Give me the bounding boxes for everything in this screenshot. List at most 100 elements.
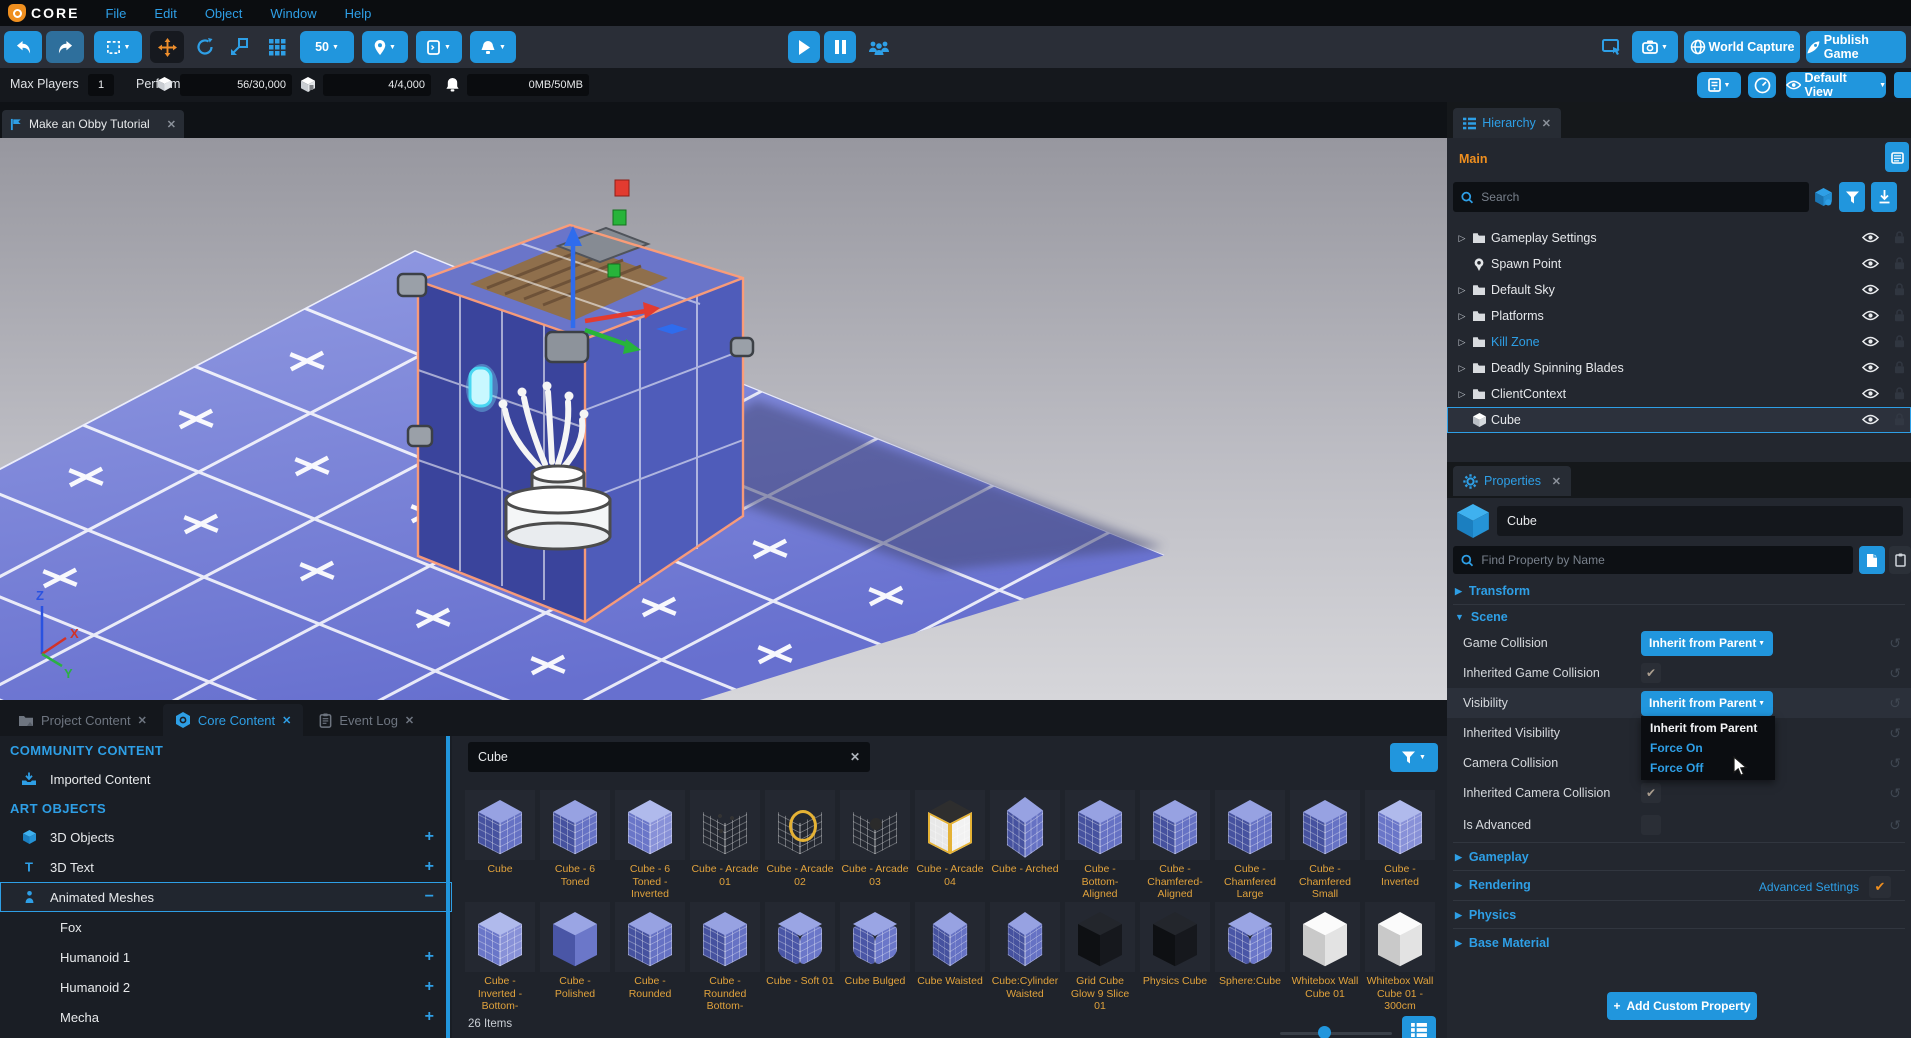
visibility-option-inherit-from-parent[interactable]: Inherit from Parent <box>1641 718 1775 738</box>
lock-icon[interactable] <box>1894 257 1905 270</box>
asset-tile-cube-inverted-bottom-aligned[interactable]: Cube - Inverted - Bottom-Aligned <box>465 902 535 1014</box>
copy-properties-button[interactable] <box>1859 546 1885 574</box>
visibility-eye-icon[interactable] <box>1862 284 1879 295</box>
hierarchy-collapse-all-button[interactable] <box>1871 182 1897 212</box>
visibility-eye-icon[interactable] <box>1862 388 1879 399</box>
section-scene[interactable]: ▼ Scene <box>1455 610 1508 624</box>
reset-icon[interactable]: ↺ <box>1889 817 1901 834</box>
snap-size-dropdown[interactable]: 50 ▼ <box>300 31 354 63</box>
asset-tile-cube-arcade-01[interactable]: Cube - Arcade 01 <box>690 790 760 902</box>
asset-tile-cube-chamfered-small[interactable]: Cube - Chamfered Small <box>1290 790 1360 902</box>
asset-tile-cube-cylinder-waisted[interactable]: Cube:Cylinder Waisted <box>990 902 1060 1014</box>
hierarchy-item-deadly-spinning-blades[interactable]: ▷Deadly Spinning Blades <box>1447 355 1911 381</box>
menu-help[interactable]: Help <box>345 6 372 21</box>
menu-edit[interactable]: Edit <box>154 6 176 21</box>
asset-tile-whitebox-wall-cube-01[interactable]: Whitebox Wall Cube 01 <box>1290 902 1360 1014</box>
inherited-camera-collision-checkbox[interactable]: ✔ <box>1641 783 1661 803</box>
content-filter-button[interactable]: ▼ <box>1390 743 1438 772</box>
asset-tile-cube-rounded-bottom-aligned[interactable]: Cube - Rounded Bottom-Aligned <box>690 902 760 1014</box>
reset-icon[interactable]: ↺ <box>1889 665 1901 682</box>
close-icon[interactable]: ✕ <box>1542 117 1551 130</box>
hierarchy-item-platforms[interactable]: ▷Platforms <box>1447 303 1911 329</box>
section-base-material[interactable]: ▶ Base Material <box>1455 936 1550 950</box>
scene-tab[interactable]: Make an Obby Tutorial ✕ <box>2 110 184 138</box>
reset-icon[interactable]: ↺ <box>1889 785 1901 802</box>
grid-view-button[interactable] <box>1402 1016 1436 1038</box>
play-button[interactable] <box>788 31 820 63</box>
expand-arrow-icon[interactable]: ▷ <box>1455 285 1469 296</box>
visibility-option-force-on[interactable]: Force On <box>1641 738 1775 758</box>
is-advanced-checkbox[interactable] <box>1641 815 1661 835</box>
hierarchy-item-kill-zone[interactable]: ▷Kill Zone <box>1447 329 1911 355</box>
advanced-settings-checkbox[interactable]: ✔ <box>1869 876 1891 898</box>
sidebar-item-mecha[interactable]: Mecha+ <box>0 1002 452 1032</box>
rotate-tool-button[interactable] <box>190 31 220 63</box>
lock-icon[interactable] <box>1894 309 1905 322</box>
performance-gauge-button[interactable] <box>1748 72 1776 98</box>
add-custom-property-button[interactable]: + Add Custom Property <box>1607 992 1757 1020</box>
asset-tile-cube-inverted[interactable]: Cube - Inverted <box>1365 790 1435 902</box>
section-transform[interactable]: ▶ Transform <box>1455 584 1530 598</box>
grid-snap-button[interactable] <box>262 31 292 63</box>
scale-tool-button[interactable] <box>224 31 254 63</box>
lock-icon[interactable] <box>1894 335 1905 348</box>
redo-button[interactable] <box>46 31 84 63</box>
clear-search-icon[interactable]: ✕ <box>850 750 860 764</box>
hierarchy-item-cube[interactable]: Cube <box>1447 407 1911 433</box>
lock-icon[interactable] <box>1894 231 1905 244</box>
asset-tile-cube-chamfered-aligned[interactable]: Cube - Chamfered-Aligned <box>1140 790 1210 902</box>
lock-icon[interactable] <box>1894 283 1905 296</box>
sidebar-item-humanoid-2[interactable]: Humanoid 2+ <box>0 972 452 1002</box>
menu-file[interactable]: File <box>105 6 126 21</box>
default-view-dropdown[interactable]: Default View ▼ <box>1786 72 1886 98</box>
pause-button[interactable] <box>824 31 856 63</box>
edge-panel-button[interactable] <box>1894 72 1911 98</box>
asset-tile-physics-cube[interactable]: Physics Cube <box>1140 902 1210 1014</box>
section-gameplay[interactable]: ▶ Gameplay <box>1455 850 1529 864</box>
section-rendering[interactable]: ▶ Rendering <box>1455 878 1531 892</box>
move-tool-button[interactable] <box>150 31 184 63</box>
sidebar-item-humanoid-1[interactable]: Humanoid 1+ <box>0 942 452 972</box>
select-tool-dropdown[interactable]: ▼ <box>94 31 142 63</box>
reset-icon[interactable]: ↺ <box>1889 695 1901 712</box>
asset-tile-cube-6-toned[interactable]: Cube - 6 Toned <box>540 790 610 902</box>
visibility-dropdown[interactable]: Inherit from Parent▼ <box>1641 691 1773 716</box>
lock-icon[interactable] <box>1894 387 1905 400</box>
asset-tile-cube-arched[interactable]: Cube - Arched <box>990 790 1060 902</box>
asset-tile-cube-arcade-02[interactable]: Cube - Arcade 02 <box>765 790 835 902</box>
close-icon[interactable]: ✕ <box>405 714 414 727</box>
add-icon[interactable]: + <box>425 858 434 876</box>
lock-icon[interactable] <box>1894 413 1905 426</box>
add-icon[interactable]: + <box>425 828 434 846</box>
visibility-eye-icon[interactable] <box>1862 310 1879 321</box>
sidebar-scrollbar[interactable] <box>446 736 450 1038</box>
expand-arrow-icon[interactable]: ▷ <box>1455 363 1469 374</box>
visibility-eye-icon[interactable] <box>1862 258 1879 269</box>
expand-arrow-icon[interactable]: ▷ <box>1455 337 1469 348</box>
visibility-eye-icon[interactable] <box>1862 362 1879 373</box>
reset-icon[interactable]: ↺ <box>1889 635 1901 652</box>
add-icon[interactable]: + <box>425 978 434 996</box>
inherited-game-collision-checkbox[interactable]: ✔ <box>1641 663 1661 683</box>
add-icon[interactable]: + <box>425 948 434 966</box>
multiplayer-preview-button[interactable] <box>862 31 896 63</box>
tab-event-log[interactable]: Event Log✕ <box>307 704 426 736</box>
visibility-option-force-off[interactable]: Force Off <box>1641 758 1775 778</box>
hierarchy-search-input[interactable] <box>1479 189 1801 205</box>
thumbnail-size-knob[interactable] <box>1318 1026 1331 1038</box>
asset-tile-cube-waisted[interactable]: Cube Waisted <box>915 902 985 1014</box>
save-options-dropdown[interactable]: ▼ <box>1697 72 1741 98</box>
sidebar-item-imported-content[interactable]: Imported Content <box>0 764 452 794</box>
asset-tile-cube-bottom-aligned[interactable]: Cube - Bottom-Aligned <box>1065 790 1135 902</box>
asset-tile-cube-chamfered-large[interactable]: Cube - Chamfered Large <box>1215 790 1285 902</box>
paste-properties-button[interactable] <box>1889 546 1911 574</box>
asset-tile-cube-arcade-03[interactable]: Cube - Arcade 03 <box>840 790 910 902</box>
sidebar-item-fox[interactable]: Fox <box>0 912 452 942</box>
close-icon[interactable]: ✕ <box>138 714 147 727</box>
tab-project-content[interactable]: Project Content✕ <box>6 704 159 736</box>
sidebar-item-3d-text[interactable]: T3D Text+ <box>0 852 452 882</box>
menu-window[interactable]: Window <box>270 6 316 21</box>
asset-tile-cube-rounded[interactable]: Cube - Rounded <box>615 902 685 1014</box>
undo-button[interactable] <box>4 31 42 63</box>
hierarchy-item-spawn-point[interactable]: Spawn Point <box>1447 251 1911 277</box>
